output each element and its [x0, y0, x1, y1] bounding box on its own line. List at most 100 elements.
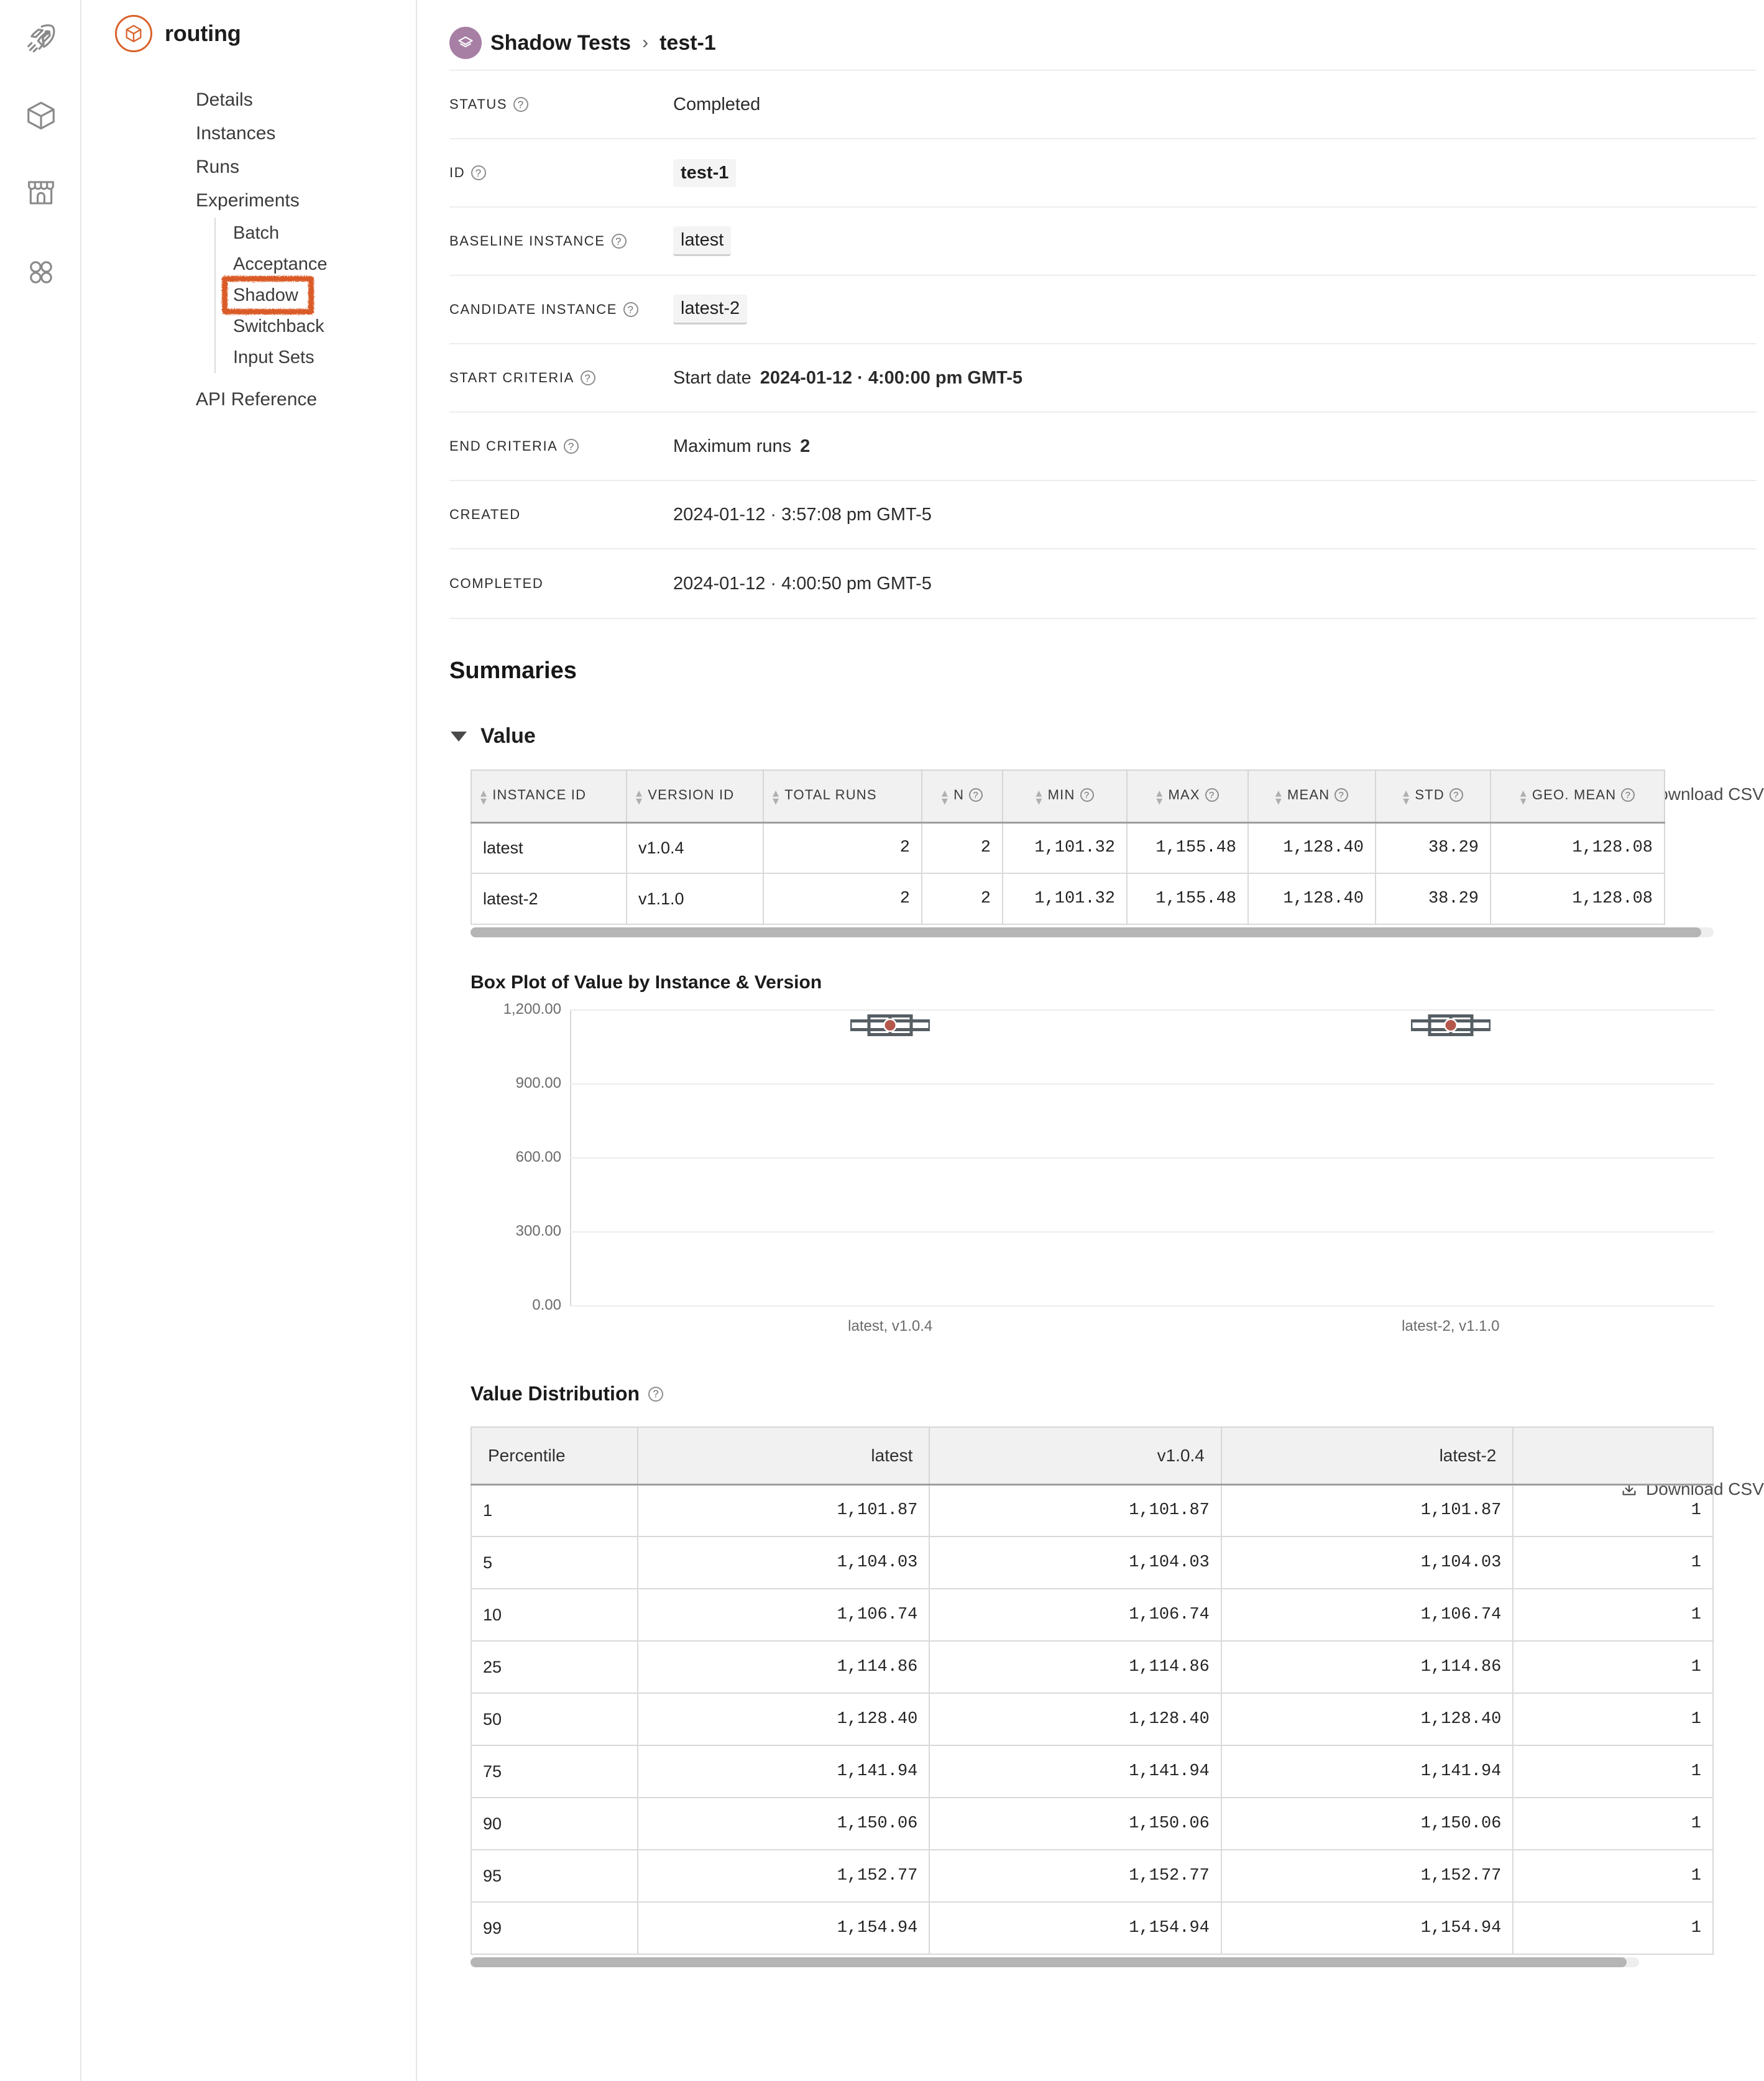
col-v104[interactable]: v1.0.4: [929, 1426, 1222, 1486]
help-icon[interactable]: ?: [611, 234, 627, 249]
cell-v104: 1,114.86: [929, 1640, 1222, 1694]
col-version-id[interactable]: ▴ ▾ VERSION ID: [626, 769, 764, 824]
sort-icon[interactable]: ▴ ▾: [1275, 787, 1282, 807]
value-distribution-scroll-thumb[interactable]: [471, 1957, 1627, 1967]
value-table-scroll-thumb[interactable]: [471, 927, 1701, 937]
sort-icon[interactable]: ▴ ▾: [1520, 787, 1527, 807]
sidebar-item-instances[interactable]: Instances: [196, 117, 416, 150]
col-latest-2[interactable]: latest-2: [1220, 1426, 1514, 1486]
col-mean[interactable]: ▴ ▾ MEAN?: [1247, 769, 1376, 824]
detail-value-created: 2024-01-12 · 3:57:08 pm GMT-5: [673, 504, 932, 525]
help-icon[interactable]: ?: [1621, 788, 1635, 802]
help-icon[interactable]: ?: [1334, 788, 1349, 802]
chevron-down-icon[interactable]: [451, 731, 467, 742]
col-latest[interactable]: latest: [636, 1426, 930, 1486]
sort-icon[interactable]: ▴ ▾: [480, 787, 487, 807]
sidebar-item-shadow[interactable]: Shadow: [222, 276, 416, 315]
col-overflow[interactable]: [1512, 1426, 1714, 1486]
start-criteria-date: 2024-01-12 · 4:00:00 pm GMT-5: [760, 367, 1023, 388]
sort-icon[interactable]: ▴ ▾: [942, 787, 949, 807]
ytick-label-1200: 1,200.00: [503, 1001, 561, 1018]
table-row: 50 1,128.40 1,128.40 1,128.40 1: [471, 1693, 1714, 1746]
cell-overflow: 1: [1512, 1901, 1714, 1955]
detail-value-end-criteria: Maximum runs 2: [673, 436, 810, 457]
cell-latest: 1,114.86: [636, 1640, 930, 1694]
help-icon[interactable]: ?: [969, 788, 983, 802]
sidebar-item-switchback[interactable]: Switchback: [233, 311, 416, 342]
table-row: 1 1,101.87 1,101.87 1,101.87 1: [471, 1484, 1714, 1537]
cell-latest-2: 1,104.03: [1220, 1536, 1514, 1589]
cell-latest-2: 1,114.86: [1220, 1640, 1514, 1694]
boxplot-series-2[interactable]: [1409, 1012, 1492, 1042]
cube-icon[interactable]: [0, 85, 81, 147]
gridline-600: [570, 1157, 1714, 1159]
xtick-label-1: latest, v1.0.4: [848, 1318, 933, 1335]
cell-v104: 1,104.03: [929, 1536, 1222, 1589]
rocket-icon[interactable]: [0, 7, 81, 70]
cell-latest-2: 1,101.87: [1220, 1484, 1514, 1537]
baseline-instance-link[interactable]: latest: [673, 226, 732, 256]
boxplot-title: Box Plot of Value by Instance & Version: [471, 972, 822, 993]
value-section-header[interactable]: Value: [418, 684, 1764, 748]
marketplace-icon[interactable]: [0, 162, 81, 224]
sort-icon[interactable]: ▴ ▾: [636, 787, 643, 807]
help-icon[interactable]: ?: [471, 165, 487, 180]
help-icon[interactable]: ?: [648, 1386, 664, 1402]
sidebar-item-batch[interactable]: Batch: [233, 218, 416, 249]
cell-latest: 1,150.06: [636, 1797, 930, 1850]
value-summary-header-row: ▴ ▾ INSTANCE ID ▴ ▾ VERSION ID ▴ ▾ TOTAL RUNS …: [471, 769, 1665, 824]
sidebar-item-input-sets[interactable]: Input Sets: [233, 342, 416, 373]
help-icon[interactable]: ?: [513, 97, 529, 112]
detail-row-end-criteria: END CRITERIA ? Maximum runs 2: [449, 413, 1757, 481]
boxplot-series-1[interactable]: [848, 1012, 932, 1042]
col-percentile[interactable]: Percentile: [471, 1426, 638, 1486]
col-n[interactable]: ▴ ▾ N?: [921, 769, 1003, 824]
table-row: latest-2 v1.1.0 2 2 1,101.32 1,155.48 1,…: [471, 873, 1665, 925]
apps-grid-icon[interactable]: [0, 241, 81, 303]
cell-v104: 1,152.77: [929, 1849, 1222, 1903]
detail-value-status: Completed: [673, 94, 761, 114]
col-std[interactable]: ▴ ▾ STD?: [1375, 769, 1491, 824]
sidebar-item-runs[interactable]: Runs: [196, 150, 416, 184]
sort-icon[interactable]: ▴ ▾: [1156, 787, 1163, 807]
cell-total-runs: 2: [763, 822, 922, 874]
ytick-label-900: 900.00: [515, 1075, 561, 1091]
col-min[interactable]: ▴ ▾ MIN?: [1002, 769, 1128, 824]
help-icon[interactable]: ?: [564, 439, 579, 454]
detail-value-candidate-instance: latest-2: [673, 295, 748, 324]
sort-icon[interactable]: ▴ ▾: [1403, 787, 1410, 807]
sidebar-item-acceptance[interactable]: Acceptance: [233, 249, 416, 280]
candidate-instance-link[interactable]: latest-2: [673, 295, 748, 324]
help-icon[interactable]: ?: [1080, 788, 1094, 802]
cell-overflow: 1: [1512, 1745, 1714, 1798]
col-instance-id[interactable]: ▴ ▾ INSTANCE ID: [471, 769, 627, 824]
sidebar-item-experiments[interactable]: Experiments: [196, 184, 416, 218]
help-icon[interactable]: ?: [623, 302, 639, 317]
boxplot-plot-area: 1,200.00 900.00 600.00 300.00 0.00 lates…: [503, 1001, 1714, 1335]
col-max[interactable]: ▴ ▾ MAX?: [1126, 769, 1249, 824]
breadcrumb-parent[interactable]: Shadow Tests: [490, 31, 631, 55]
gridline-1200: [570, 1009, 1714, 1011]
value-distribution-scrollbar[interactable]: [471, 1957, 1639, 1967]
cell-overflow: 1: [1512, 1797, 1714, 1850]
col-total-runs[interactable]: ▴ ▾ TOTAL RUNS: [763, 769, 922, 824]
sidebar-item-api-reference[interactable]: API Reference: [196, 383, 416, 416]
sidebar-item-details[interactable]: Details: [196, 83, 416, 117]
col-geo-mean[interactable]: ▴ ▾ GEO. MEAN?: [1490, 769, 1665, 824]
sort-icon[interactable]: ▴ ▾: [1036, 787, 1042, 807]
value-table-scrollbar[interactable]: [471, 927, 1714, 937]
project-header[interactable]: routing: [81, 0, 416, 52]
detail-label-candidate-instance: CANDIDATE INSTANCE ?: [449, 301, 673, 318]
end-criteria-prefix: Maximum runs: [673, 436, 792, 456]
help-icon[interactable]: ?: [1449, 788, 1463, 802]
nav-sidebar: routing Details Instances Runs Experimen…: [81, 0, 417, 2081]
cell-percentile: 25: [471, 1640, 638, 1694]
cell-mean: 1,128.40: [1247, 873, 1376, 925]
cell-percentile: 99: [471, 1901, 638, 1955]
help-icon[interactable]: ?: [580, 370, 595, 385]
table-row: 25 1,114.86 1,114.86 1,114.86 1: [471, 1640, 1714, 1694]
help-icon[interactable]: ?: [1205, 788, 1219, 802]
ytick-label-600: 600.00: [515, 1149, 561, 1165]
sort-icon[interactable]: ▴ ▾: [773, 787, 779, 807]
nav-list: Details Instances Runs Experiments Batch…: [81, 83, 416, 416]
